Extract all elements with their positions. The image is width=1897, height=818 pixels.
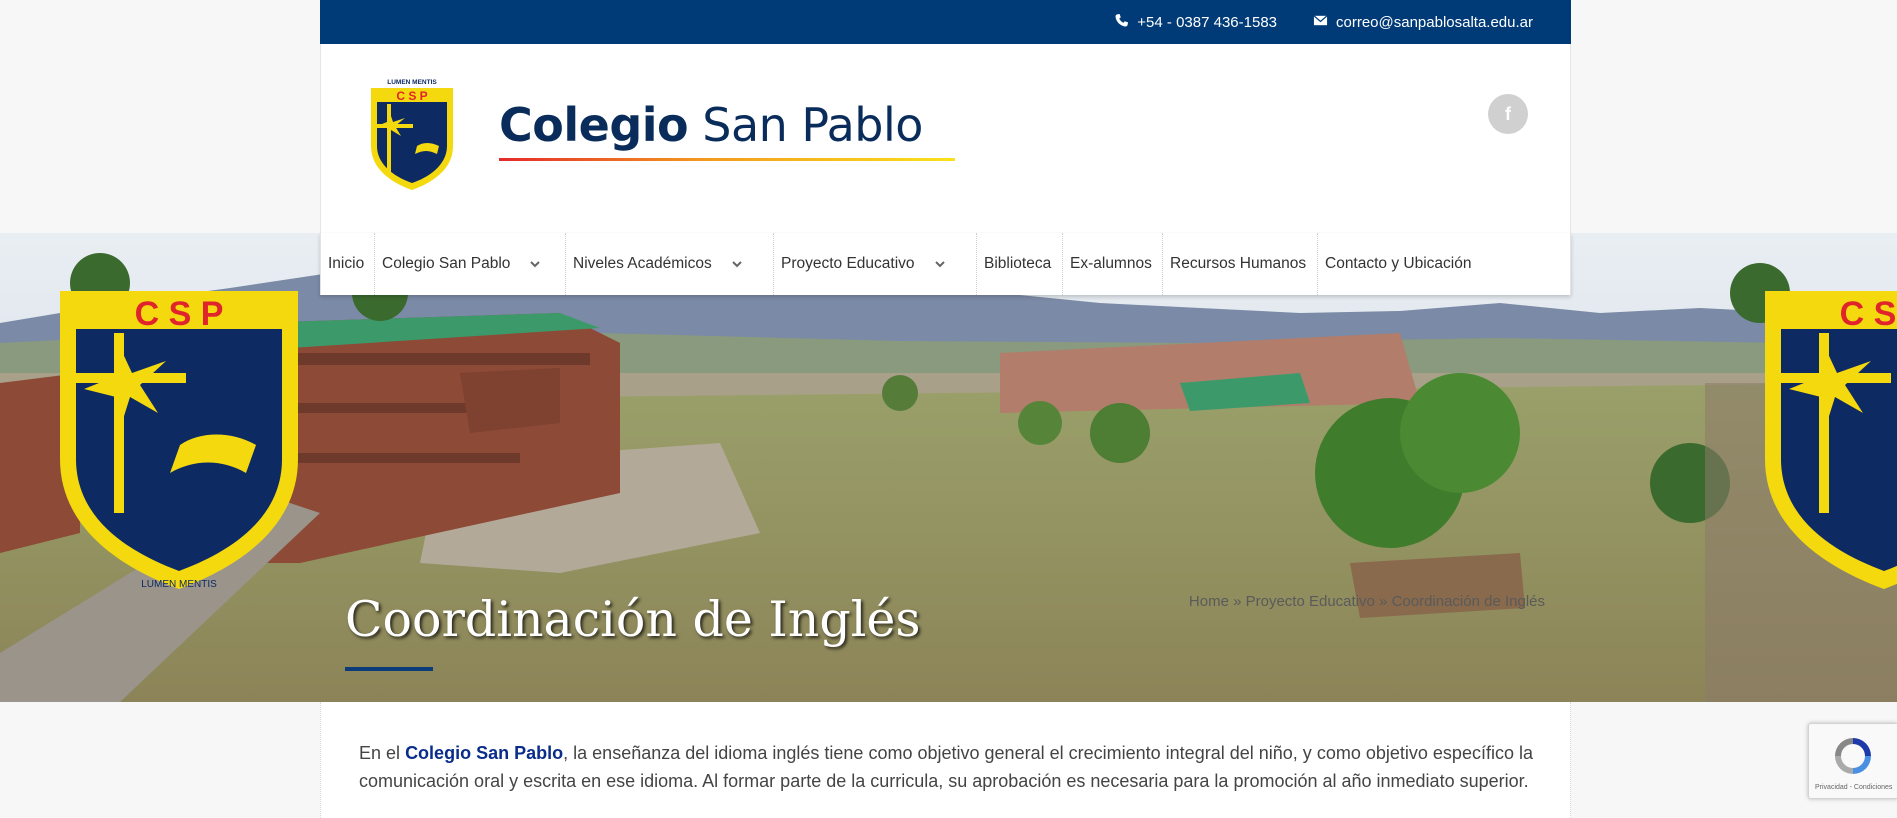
facebook-icon[interactable]: f <box>1488 94 1528 134</box>
top-contact-bar: +54 - 0387 436-1583 correo@sanpablosalta… <box>320 0 1571 44</box>
email-contact[interactable]: correo@sanpablosalta.edu.ar <box>1313 0 1533 44</box>
recaptcha-badge[interactable]: Privacidad - Condiciones <box>1808 723 1897 799</box>
nav-item-niveles-academicos[interactable]: Niveles Académicos <box>566 233 774 295</box>
nav-item-label: Biblioteca <box>984 255 1052 272</box>
phone-icon <box>1114 13 1129 32</box>
breadcrumb-separator: » <box>1374 593 1392 610</box>
phone-number: +54 - 0387 436-1583 <box>1137 13 1277 31</box>
nav-item-label: Niveles Académicos <box>573 255 712 272</box>
nav-item-label: Colegio San Pablo <box>382 255 511 272</box>
hero-banner: C S P LUMEN MENTIS C S P Coordinación de… <box>0 233 1897 702</box>
svg-text:LUMEN MENTIS: LUMEN MENTIS <box>141 579 217 590</box>
recaptcha-footer: Privacidad - Condiciones <box>1815 784 1893 791</box>
school-name: Colegio San Pablo <box>499 98 923 152</box>
school-brand[interactable]: Colegio San Pablo <box>499 98 955 161</box>
nav-item-biblioteca[interactable]: Biblioteca <box>977 233 1063 295</box>
site-header: LUMEN MENTIS C S P Colegio San Pablo f <box>320 44 1571 233</box>
svg-text:C S P: C S P <box>135 295 224 333</box>
brand-underline <box>499 158 955 161</box>
breadcrumb-current: Coordinación de Inglés <box>1391 593 1545 610</box>
email-address: correo@sanpablosalta.edu.ar <box>1335 13 1533 31</box>
main-content: En el Colegio San Pablo, la enseñanza de… <box>320 702 1571 818</box>
mail-icon <box>1313 13 1328 32</box>
svg-text:LUMEN MENTIS: LUMEN MENTIS <box>387 79 437 86</box>
phone-contact[interactable]: +54 - 0387 436-1583 <box>1114 0 1277 44</box>
nav-item-recursos-humanos[interactable]: Recursos Humanos <box>1163 233 1318 295</box>
page-title: Coordinación de Inglés <box>345 591 921 648</box>
breadcrumb-home[interactable]: Home <box>1189 593 1229 610</box>
svg-text:C S P: C S P <box>396 89 427 103</box>
breadcrumb-parent[interactable]: Proyecto Educativo <box>1246 593 1375 610</box>
recaptcha-icon <box>1835 738 1871 774</box>
nav-item-contacto-y-ubicacion[interactable]: Contacto y Ubicación <box>1318 233 1570 295</box>
nav-item-inicio[interactable]: Inicio <box>321 233 375 295</box>
nav-item-proyecto-educativo[interactable]: Proyecto Educativo <box>774 233 977 295</box>
campus-panorama-image: C S P LUMEN MENTIS C S P <box>0 233 1897 702</box>
svg-text:C S P: C S P <box>1840 295 1897 333</box>
nav-item-label: Ex-alumnos <box>1070 255 1152 272</box>
nav-item-colegio-san-pablo[interactable]: Colegio San Pablo <box>375 233 566 295</box>
nav-item-label: Proyecto Educativo <box>781 255 915 272</box>
chevron-down-icon[interactable] <box>933 257 947 271</box>
chevron-down-icon[interactable] <box>528 257 542 271</box>
nav-item-label: Recursos Humanos <box>1170 255 1307 272</box>
school-crest-logo[interactable]: LUMEN MENTIS C S P <box>367 76 457 192</box>
school-name-link[interactable]: Colegio San Pablo <box>405 743 563 763</box>
breadcrumb-separator: » <box>1228 593 1246 610</box>
nav-item-label: Contacto y Ubicación <box>1325 255 1472 272</box>
intro-paragraph: En el Colegio San Pablo, la enseñanza de… <box>359 743 1533 791</box>
chevron-down-icon[interactable] <box>730 257 744 271</box>
nav-item-ex-alumnos[interactable]: Ex-alumnos <box>1063 233 1163 295</box>
title-underline <box>345 667 433 671</box>
nav-item-label: Inicio <box>328 255 365 272</box>
breadcrumb: Home » Proyecto Educativo » Coordinación… <box>1189 593 1545 610</box>
main-navigation: Inicio Colegio San Pablo Niveles Académi… <box>320 233 1571 295</box>
